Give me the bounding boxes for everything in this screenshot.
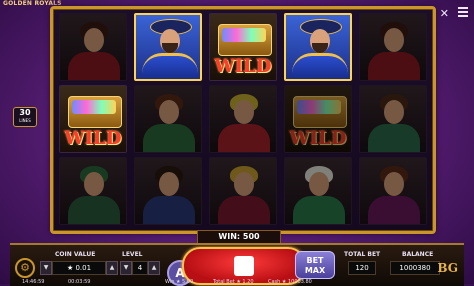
king-symbol <box>134 13 202 81</box>
coin-value-display: ★ 0.01 <box>52 261 106 275</box>
reel-4: WILD <box>282 13 354 227</box>
wild-symbol: WILD <box>284 85 352 153</box>
reels-frame: WILD WILD WILD <box>50 6 436 234</box>
total-bet-label: TOTAL BET <box>344 251 381 258</box>
coin-value-increase-button[interactable]: ▲ <box>106 261 118 275</box>
close-icon[interactable]: ✕ <box>440 7 449 20</box>
bet-max-line2: MAX <box>304 266 326 275</box>
balance-label: BALANCE <box>402 251 434 258</box>
lines-label: LINES <box>19 118 31 123</box>
elder-symbol <box>284 157 352 225</box>
control-panel: ⚙ COIN VALUE ▼ ★ 0.01 ▲ LEVEL ▼ 4 ▲ A BE… <box>10 243 464 286</box>
brand-logo: BG <box>437 261 458 275</box>
wild-label: WILD <box>64 128 122 149</box>
reel-3: WILD <box>207 13 279 227</box>
level-display: 4 <box>132 261 148 275</box>
reel-2 <box>132 13 204 227</box>
settings-icon[interactable]: ⚙ <box>15 258 35 278</box>
footer-clock: 14:46:59 <box>22 279 45 285</box>
queen-symbol <box>359 157 427 225</box>
queen-symbol <box>209 157 277 225</box>
footer-session-time: 00:03:59 <box>68 279 91 285</box>
queen-symbol <box>359 85 427 153</box>
lines-indicator: 30 LINES <box>13 107 37 127</box>
lines-count: 30 <box>19 108 31 117</box>
queen-symbol <box>359 13 427 81</box>
queen-symbol <box>59 13 127 81</box>
menu-icon[interactable] <box>458 7 468 17</box>
level-decrease-button[interactable]: ▼ <box>120 261 132 275</box>
wild-label: WILD <box>289 128 347 149</box>
reel-5 <box>357 13 429 227</box>
stop-icon <box>234 256 254 276</box>
bet-max-button[interactable]: BET MAX <box>295 251 335 279</box>
total-bet-display: 120 <box>348 261 376 275</box>
footer-win: Win ★ 5.00 <box>165 279 194 285</box>
wild-symbol: WILD <box>209 13 277 81</box>
wild-symbol: WILD <box>59 85 127 153</box>
queen-symbol <box>209 85 277 153</box>
win-display: WIN: 500 <box>197 230 281 244</box>
queen-symbol <box>134 85 202 153</box>
balance-display: 1000380 <box>390 261 440 275</box>
coin-value-label: COIN VALUE <box>55 251 96 258</box>
bet-max-line1: BET <box>306 256 324 265</box>
level-increase-button[interactable]: ▲ <box>148 261 160 275</box>
footer-total-bet: Total Bet ★ 1.20 <box>213 279 254 285</box>
jester-symbol <box>59 157 127 225</box>
prince-symbol <box>134 157 202 225</box>
coin-value-decrease-button[interactable]: ▼ <box>40 261 52 275</box>
win-label: WIN: <box>218 232 241 241</box>
wild-label: WILD <box>214 56 272 77</box>
king-symbol <box>284 13 352 81</box>
level-label: LEVEL <box>122 251 143 258</box>
win-value: 500 <box>242 232 260 241</box>
footer-cash: Cash ★ 10003.80 <box>268 279 312 285</box>
reel-1: WILD <box>57 13 129 227</box>
